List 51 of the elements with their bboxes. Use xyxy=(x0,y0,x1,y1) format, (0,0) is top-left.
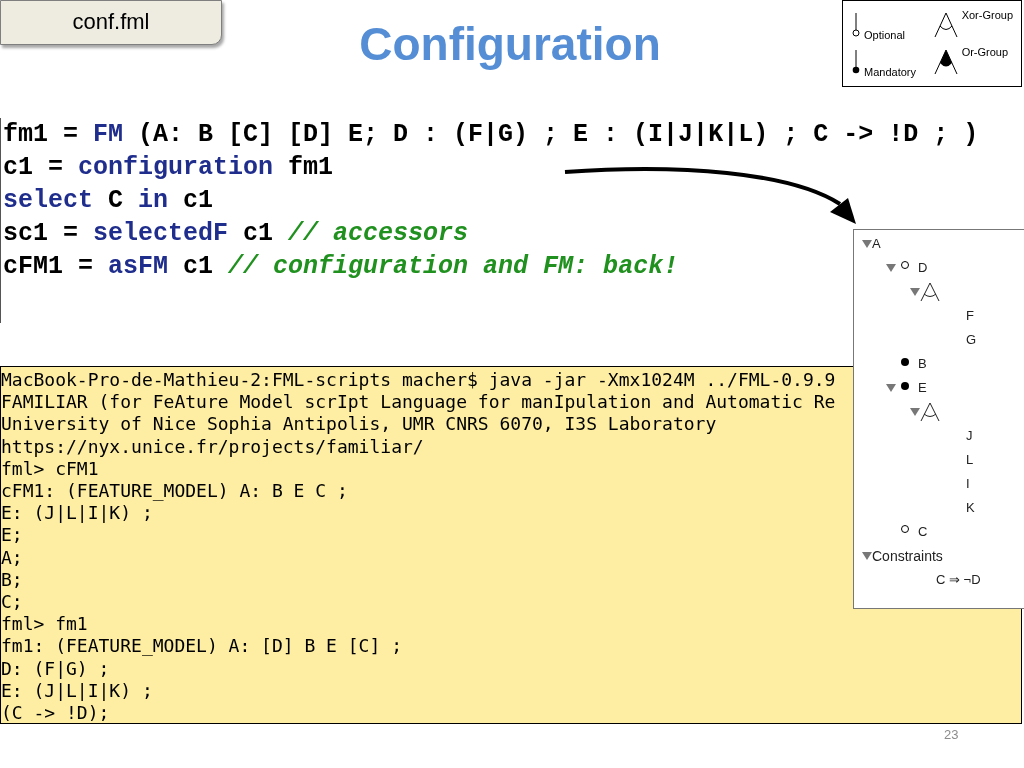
terminal-line: B; xyxy=(1,568,23,592)
terminal-line: https://nyx.unice.fr/projects/familiar/ xyxy=(1,435,424,458)
expanded-triangle-icon[interactable] xyxy=(886,383,896,393)
feature-label[interactable]: B xyxy=(918,352,927,376)
terminal-line: C; xyxy=(1,591,23,614)
feature-label[interactable]: K xyxy=(966,496,975,520)
tree-section-label[interactable]: Constraints xyxy=(872,544,943,568)
terminal-line: E: (J|L|I|K) ; xyxy=(1,679,153,703)
terminal-line: fm1: (FEATURE_MODEL) A: [D] B E [C] ; xyxy=(1,635,402,658)
feature-label[interactable]: G xyxy=(966,328,977,352)
optional-marker-icon xyxy=(851,13,861,38)
code-line: select C in c1 xyxy=(3,185,214,217)
terminal-line: University of Nice Sophia Antipolis, UMR CNRS 6070, I3S Laboratory xyxy=(1,413,717,436)
terminal-line: cFM1: (FEATURE_MODEL) A: B E C ; xyxy=(1,480,348,503)
terminal-line: MacBook-Pro-de-Mathieu-2:FML-scripts macher$ java -jar -Xmx1024M ../FML-0.9.9 xyxy=(1,369,836,392)
xor-group-icon xyxy=(932,11,959,40)
legend-label: Mandatory xyxy=(864,64,916,80)
terminal-line: FAMILIAR (for FeAture Model scrIpt Language for manIpulation and Automatic Re xyxy=(1,391,836,414)
mandatory-marker-icon xyxy=(851,49,861,74)
terminal-line: (C -> !D); xyxy=(1,702,110,723)
feature-label[interactable]: C xyxy=(918,520,928,544)
expanded-triangle-icon[interactable] xyxy=(862,551,872,561)
legend-label: Optional xyxy=(864,28,905,43)
legend-label: Xor-Group xyxy=(961,8,1013,23)
or-group-icon xyxy=(932,47,959,76)
constraint-text[interactable]: C ⇒ ¬D xyxy=(936,568,981,592)
xor-group-icon xyxy=(920,401,940,423)
legend-label: Or-Group xyxy=(961,44,1009,60)
terminal-line: E; xyxy=(1,524,23,547)
code-line: fm1 = FM (A: B [C] [D] E; D : (F|G) ; E : (I|J|K|L) ; C -> !D ; ) xyxy=(3,119,979,151)
terminal-line: D: (F|G) ; xyxy=(1,657,110,680)
xor-group-icon xyxy=(920,281,940,303)
terminal-line: E: (J|L|I|K) ; xyxy=(1,502,153,525)
expanded-triangle-icon[interactable] xyxy=(862,239,872,249)
feature-label[interactable]: J xyxy=(966,424,973,448)
feature-label[interactable]: A xyxy=(872,232,881,256)
terminal-line: fml> cFM1 xyxy=(1,457,99,480)
slide-title: Configuration xyxy=(358,17,662,72)
terminal-line: fml> fm1 xyxy=(1,613,88,636)
expanded-triangle-icon[interactable] xyxy=(886,263,896,273)
expanded-triangle-icon[interactable] xyxy=(910,407,920,417)
feature-label[interactable]: D xyxy=(918,256,928,280)
feature-label[interactable]: F xyxy=(966,304,974,328)
expanded-triangle-icon[interactable] xyxy=(910,287,920,297)
code-line: sc1 = selectedF c1 // accessors xyxy=(3,218,469,250)
feature-label[interactable]: E xyxy=(918,376,927,400)
code-line: cFM1 = asFM c1 // configuration and FM: back! xyxy=(3,251,679,283)
feature-label[interactable]: L xyxy=(966,448,974,472)
code-line: c1 = configuration fm1 xyxy=(3,152,334,184)
page-number: 23 xyxy=(944,726,959,744)
terminal-line: A; xyxy=(1,546,23,569)
